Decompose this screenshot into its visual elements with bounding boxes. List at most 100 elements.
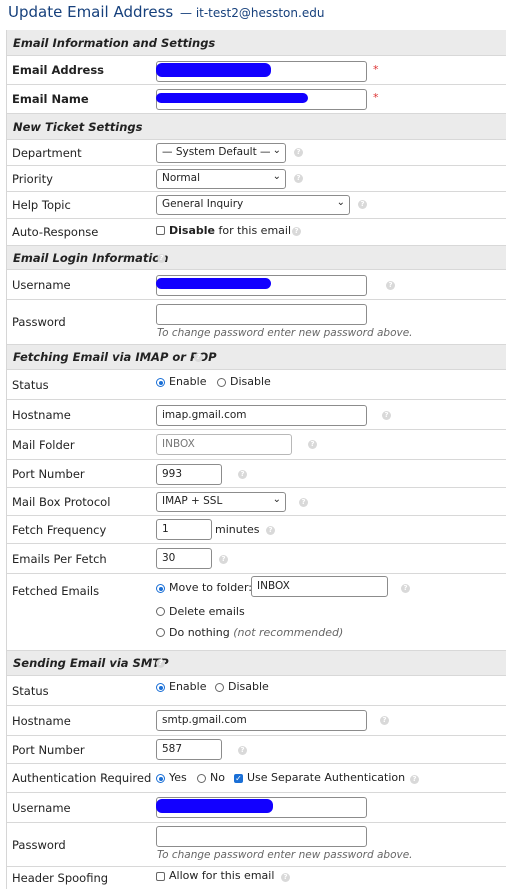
disable-rest: for this email	[214, 224, 292, 237]
row-fetch-hostname: Hostname imap.gmail.com ?	[7, 400, 506, 430]
move-folder-radio[interactable]	[156, 584, 165, 593]
help-circle-icon[interactable]: ?	[308, 440, 317, 449]
move-folder-input[interactable]: INBOX	[251, 576, 388, 597]
delete-emails-radio[interactable]	[156, 607, 165, 616]
chevron-down-icon: ⌄	[272, 171, 281, 182]
help-circle-icon[interactable]: ?	[382, 411, 391, 420]
help-topic-select[interactable]: General Inquiry ⌄	[156, 195, 350, 215]
login-password-input[interactable]	[156, 304, 367, 325]
protocol-select[interactable]: IMAP + SSL ⌄	[156, 492, 286, 512]
delete-emails-label: Delete emails	[169, 605, 245, 618]
help-circle-icon[interactable]: ?	[292, 227, 301, 236]
mail-folder-input[interactable]: INBOX	[156, 434, 292, 455]
department-select[interactable]: — System Default — ⌄	[156, 143, 286, 163]
row-smtp-password: Password To change password enter new pa…	[7, 823, 506, 867]
department-label: Department	[12, 145, 82, 160]
frequency-label: Fetch Frequency	[12, 522, 107, 537]
fetched-label: Fetched Emails	[12, 584, 100, 598]
section-ticket: New Ticket Settings	[7, 114, 506, 140]
smtp-disable-radio[interactable]	[215, 683, 224, 692]
chevron-down-icon: ⌄	[272, 494, 281, 505]
page-subtitle: — it-test2@hesston.edu	[180, 6, 325, 20]
row-auth: Authentication Required Yes No ✓ Use Sep…	[7, 764, 506, 793]
per-fetch-label: Emails Per Fetch	[12, 551, 107, 566]
page-title: Update Email Address — it-test2@hesston.…	[8, 3, 324, 21]
help-circle-icon[interactable]: ?	[358, 200, 367, 209]
row-per-fetch: Emails Per Fetch 30 ?	[7, 544, 506, 574]
fetch-disable-label: Disable	[230, 375, 271, 388]
separate-auth-label: Use Separate Authentication	[247, 771, 406, 784]
auth-no-label: No	[210, 771, 225, 784]
password-hint: To change password enter new password ab…	[157, 849, 413, 861]
required-marker: *	[373, 63, 379, 76]
chevron-down-icon: ⌄	[272, 145, 281, 156]
row-fetch-frequency: Fetch Frequency 1 minutes ?	[7, 516, 506, 544]
help-circle-icon[interactable]: ?	[219, 555, 228, 564]
help-circle-icon[interactable]: ?	[386, 281, 395, 290]
smtp-enable-label: Enable	[169, 680, 207, 693]
row-help-topic: Help Topic General Inquiry ⌄ ?	[7, 192, 506, 219]
row-fetched-emails: Fetched Emails Move to folder: INBOX ? D…	[7, 574, 506, 651]
row-department: Department — System Default — ⌄ ?	[7, 140, 506, 166]
row-fetch-status: Status Enable Disable	[7, 370, 506, 400]
smtp-hostname-input[interactable]: smtp.gmail.com	[156, 710, 367, 731]
help-circle-icon[interactable]: ?	[299, 498, 308, 507]
hostname-label: Hostname	[12, 713, 71, 728]
page-title-text: Update Email Address	[8, 3, 174, 21]
frequency-input[interactable]: 1	[156, 519, 212, 540]
do-nothing-radio[interactable]	[156, 628, 165, 637]
help-circle-icon[interactable]: ?	[266, 526, 275, 535]
fetch-enable-radio[interactable]	[156, 378, 165, 387]
protocol-label: Mail Box Protocol	[12, 494, 111, 509]
help-circle-icon[interactable]: ?	[380, 716, 389, 725]
help-circle-icon[interactable]: ?	[294, 174, 303, 183]
row-priority: Priority Normal ⌄ ?	[7, 166, 506, 192]
frequency-unit: minutes	[215, 523, 260, 536]
help-circle-icon[interactable]: ?	[401, 584, 410, 593]
section-login: Email Login Information ?	[7, 246, 506, 270]
section-title: Email Information and Settings	[13, 35, 216, 50]
auto-response-checkbox[interactable]	[156, 226, 165, 235]
fetch-hostname-input[interactable]: imap.gmail.com	[156, 405, 367, 426]
hostname-label: Hostname	[12, 407, 71, 422]
auth-label: Authentication Required	[12, 771, 152, 785]
help-circle-icon[interactable]: ?	[157, 254, 166, 263]
spoof-value: Allow for this email	[169, 869, 275, 882]
protocol-value: IMAP + SSL	[162, 495, 223, 507]
per-fetch-input[interactable]: 30	[156, 548, 212, 569]
help-circle-icon[interactable]: ?	[156, 659, 165, 668]
spoof-checkbox[interactable]	[156, 872, 165, 881]
priority-select[interactable]: Normal ⌄	[156, 169, 286, 189]
help-circle-icon[interactable]: ?	[194, 353, 203, 362]
smtp-disable-label: Disable	[228, 680, 269, 693]
help-topic-label: Help Topic	[12, 198, 71, 212]
auth-no-radio[interactable]	[197, 774, 206, 783]
help-circle-icon[interactable]: ?	[238, 746, 247, 755]
do-nothing-text: Do nothing (not recommended)	[169, 626, 343, 639]
redacted-block	[156, 799, 273, 813]
smtp-port-input[interactable]: 587	[156, 739, 222, 760]
status-label: Status	[12, 683, 49, 698]
fetch-disable-radio[interactable]	[217, 378, 226, 387]
help-circle-icon[interactable]: ?	[281, 873, 290, 882]
smtp-password-input[interactable]	[156, 826, 367, 847]
priority-label: Priority	[12, 171, 53, 186]
row-mail-folder: Mail Folder INBOX ?	[7, 430, 506, 460]
auth-yes-radio[interactable]	[156, 774, 165, 783]
section-title: Email Login Information	[13, 250, 169, 265]
section-email-info: Email Information and Settings	[7, 30, 506, 56]
separate-auth-checkbox[interactable]: ✓	[234, 774, 243, 783]
auto-response-label: Auto-Response	[12, 225, 99, 239]
help-circle-icon[interactable]: ?	[238, 470, 247, 479]
password-label: Password	[12, 837, 66, 852]
section-title: New Ticket Settings	[13, 119, 143, 134]
fetch-port-input[interactable]: 993	[156, 464, 222, 485]
smtp-enable-radio[interactable]	[156, 683, 165, 692]
username-label: Username	[12, 277, 71, 292]
help-circle-icon[interactable]: ?	[410, 775, 419, 784]
help-circle-icon[interactable]: ?	[294, 148, 303, 157]
email-name-label: Email Name	[12, 92, 89, 106]
redacted-block	[156, 63, 271, 77]
row-smtp-port: Port Number 587 ?	[7, 736, 506, 764]
password-label: Password	[12, 315, 66, 329]
